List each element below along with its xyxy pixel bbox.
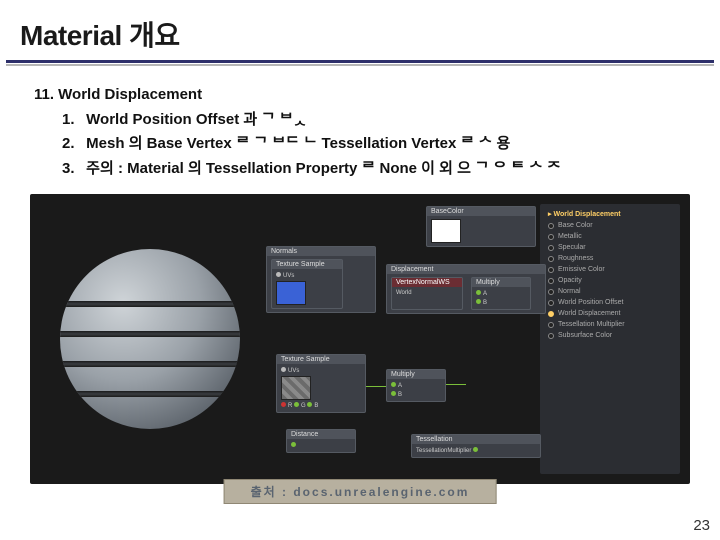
content-area: 11. World Displacement 1. World Position…: [0, 66, 720, 180]
sub-text-1a: World Position Offset: [86, 111, 239, 128]
preview-viewport: [40, 204, 260, 474]
list-number-11: 11.: [34, 84, 54, 107]
node-multiply: Multiply: [472, 278, 530, 287]
prop-row: Emissive Color: [558, 266, 605, 273]
title-underline-primary: [6, 60, 714, 63]
sub-text-2d: ᄅ ᄉ 용: [461, 135, 511, 152]
node-displacement: Displacement: [387, 265, 545, 274]
sub-text-1b: 과 ᄀ ᄇᆺ: [243, 111, 307, 128]
selected-output: ▸ World Displacement: [548, 210, 672, 218]
sub-number-3: 3.: [62, 158, 82, 181]
prop-row: Base Color: [558, 222, 593, 229]
sub-number-1: 1.: [62, 109, 82, 132]
preview-sphere: [60, 249, 240, 429]
material-graph: BaseColor Normals Texture Sample UVs Dis…: [266, 204, 534, 474]
prop-row: Specular: [558, 244, 586, 251]
node-vertexnormal: VertexNormalWS: [392, 278, 462, 287]
list-heading: World Displacement: [58, 86, 202, 103]
prop-row-active: World Displacement: [558, 310, 621, 317]
sub-text-3a: 주의 : Material: [86, 160, 184, 177]
prop-row: Roughness: [558, 255, 593, 262]
prop-row: Tessellation Multiplier: [558, 321, 625, 328]
node-multiply2: Multiply: [387, 370, 445, 379]
sub-text-3d: 으 ᄀ ᄋ ᄐ ᄉ ᄌ: [457, 160, 561, 177]
node-texsample2: Texture Sample: [277, 355, 365, 364]
prop-row: Metallic: [558, 233, 582, 240]
sub-text-3c: ᄅ None 이 외: [362, 160, 453, 177]
sub-number-2: 2.: [62, 133, 82, 156]
prop-row: Normal: [558, 288, 581, 295]
prop-row: Subsurface Color: [558, 332, 612, 339]
prop-row: Opacity: [558, 277, 582, 284]
node-tessellation: Tessellation: [412, 435, 540, 444]
material-output-panel: ▸ World Displacement Base Color Metallic…: [540, 204, 680, 474]
page-title: Material 개요: [20, 14, 700, 54]
prop-row: World Position Offset: [558, 299, 624, 306]
sub-text-2c: ᄅ ᄀ ᄇᄃ ᄂ Tessellation Vertex: [236, 135, 456, 152]
sub-text-2a: Mesh: [86, 135, 124, 152]
node-basecolor: BaseColor: [427, 207, 535, 216]
node-texsample: Texture Sample: [272, 260, 342, 269]
sub-text-2b: 의 Base Vertex: [129, 135, 232, 152]
editor-screenshot: BaseColor Normals Texture Sample UVs Dis…: [30, 194, 690, 484]
outline-list: 11. World Displacement 1. World Position…: [34, 84, 686, 180]
source-credit: 출처 : docs.unrealengine.com: [224, 479, 497, 504]
sub-text-3b: 의 Tessellation Property: [188, 160, 357, 177]
node-normals: Normals: [267, 247, 375, 256]
node-distance: Distance: [287, 430, 355, 439]
page-number: 23: [693, 517, 710, 534]
